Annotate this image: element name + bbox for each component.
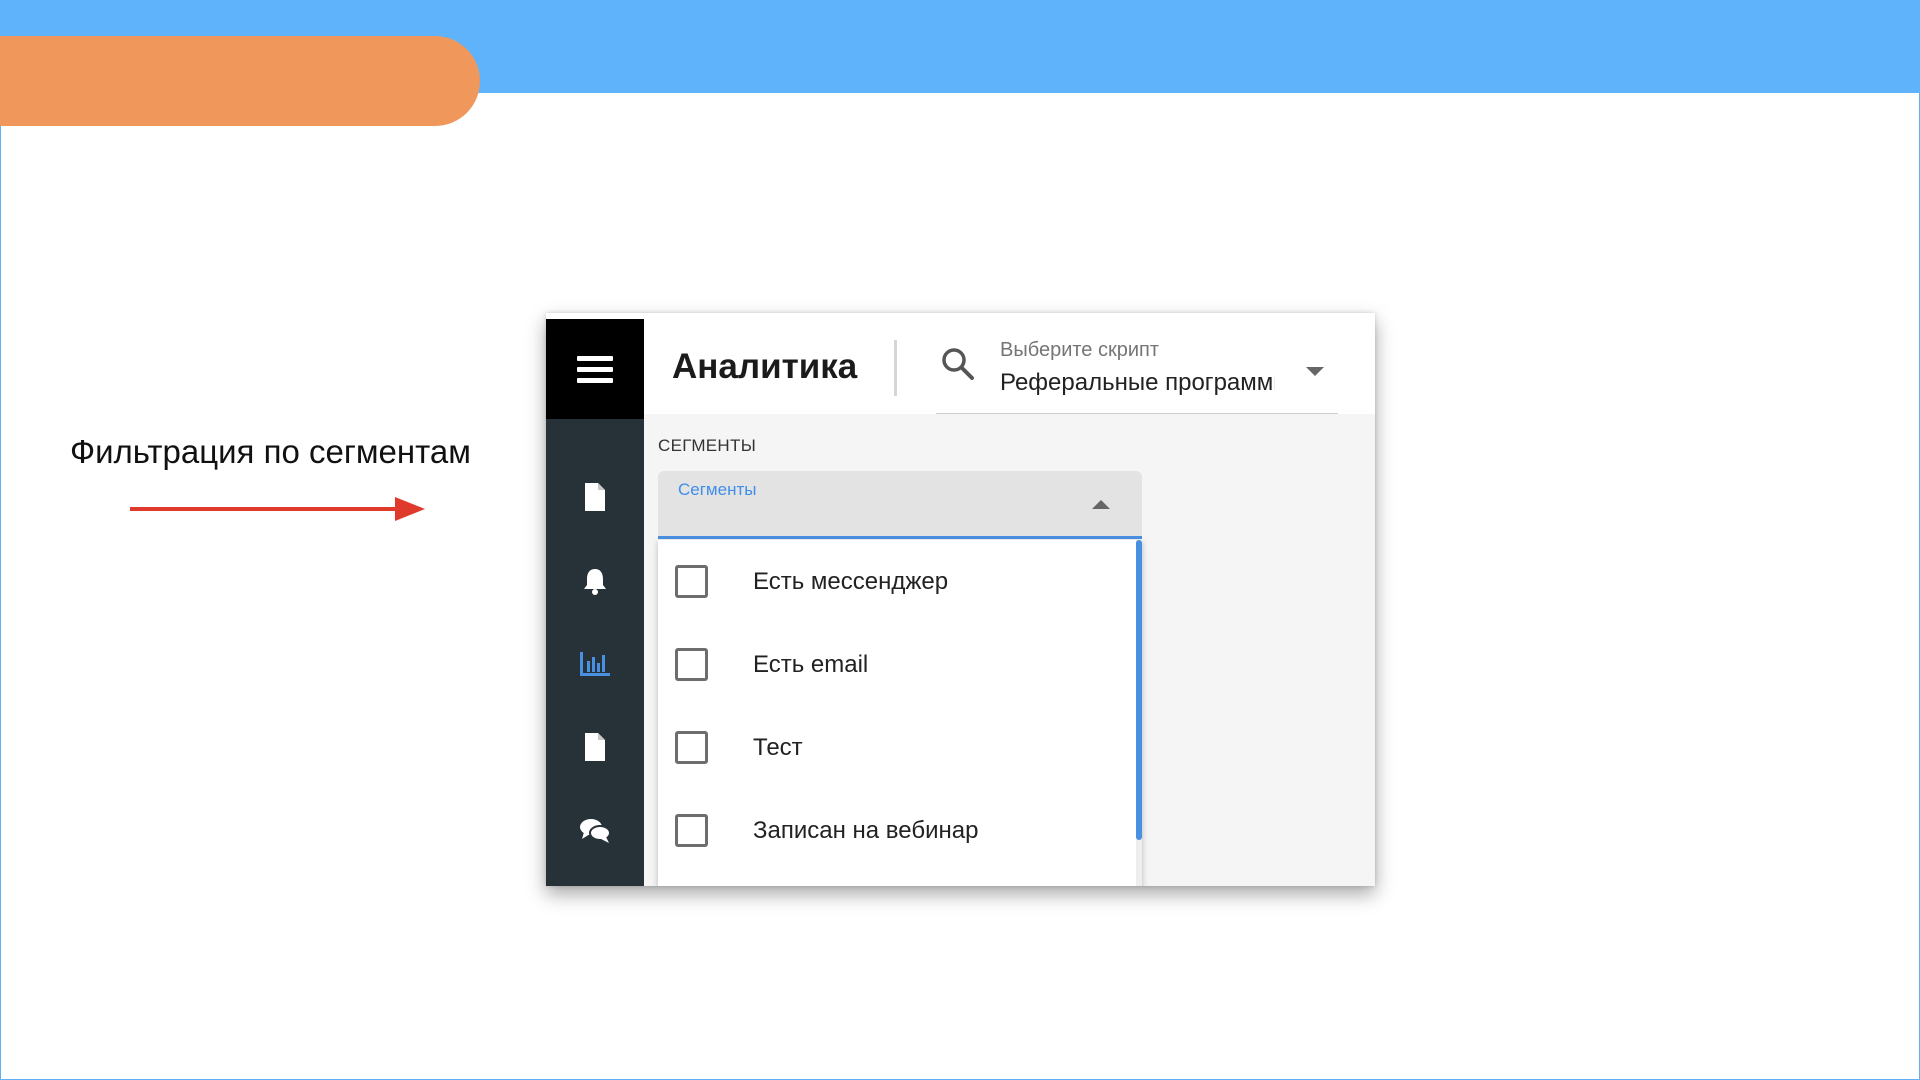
checkbox[interactable]	[675, 731, 708, 764]
app-window: Аналитика Выберите скрипт Реферальные пр…	[546, 313, 1375, 886]
sidebar-item-analytics[interactable]	[546, 639, 644, 689]
segment-option[interactable]: Тест	[658, 706, 1136, 789]
script-select-label: Выберите скрипт	[1000, 339, 1160, 361]
document-icon	[585, 733, 605, 761]
app-header: Аналитика Выберите скрипт Реферальные пр…	[644, 319, 1375, 415]
bar-chart-icon	[580, 652, 610, 676]
accent-pill	[0, 36, 480, 126]
checkbox[interactable]	[675, 565, 708, 598]
segment-option-label: Есть email	[753, 650, 869, 678]
segments-select-label: Сегменты	[678, 480, 757, 499]
search-icon	[942, 348, 974, 380]
segments-section-label: СЕГМЕНТЫ	[658, 436, 757, 455]
segments-dropdown: Есть мессенджер Есть email Тест Записан …	[658, 540, 1142, 886]
chevron-down-icon[interactable]	[1306, 367, 1324, 376]
slide-caption: Фильтрация по сегментам	[70, 433, 471, 470]
document-icon	[585, 483, 605, 511]
sidebar-item-notifications[interactable]	[546, 556, 644, 606]
menu-icon	[577, 350, 613, 389]
checkbox[interactable]	[675, 648, 708, 681]
segment-option-label: Есть мессенджер	[753, 567, 949, 595]
chevron-up-icon[interactable]	[1092, 500, 1110, 509]
segment-option[interactable]: Записан на вебинар	[658, 789, 1136, 872]
segment-option[interactable]: Есть email	[658, 623, 1136, 706]
main-content: СЕГМЕНТЫ Сегменты Есть мессенджер Есть e…	[644, 414, 1375, 886]
sidebar-item-documents[interactable]	[546, 472, 644, 522]
pointer-arrow-icon	[130, 497, 425, 521]
script-select-value: Реферальные программы	[1000, 369, 1275, 396]
scrollbar-thumb[interactable]	[1136, 540, 1142, 840]
chat-icon	[580, 819, 611, 843]
header-divider	[894, 340, 897, 396]
segments-select[interactable]: Сегменты	[658, 471, 1142, 539]
segment-option-label: Записан на вебинар	[753, 816, 979, 844]
dropdown-scrollbar[interactable]	[1136, 540, 1142, 886]
script-select[interactable]: Выберите скрипт Реферальные программы	[936, 319, 1338, 415]
segment-option-label: Тест	[753, 733, 803, 761]
sidebar-item-files[interactable]	[546, 722, 644, 772]
segment-option[interactable]: Есть мессенджер	[658, 540, 1136, 623]
page-title: Аналитика	[672, 347, 858, 386]
checkbox[interactable]	[675, 814, 708, 847]
sidebar-item-chat[interactable]	[546, 806, 644, 856]
bell-icon	[584, 569, 606, 595]
menu-button[interactable]	[546, 319, 644, 419]
